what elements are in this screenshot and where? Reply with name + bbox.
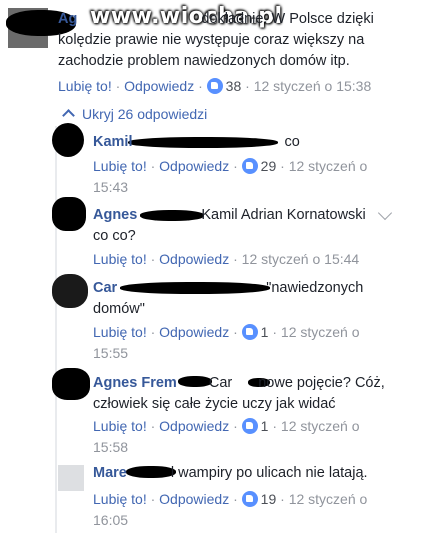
- reply-link[interactable]: Odpowiedz: [124, 78, 194, 94]
- reply-actions: Lubię to! · Odpowiedz · 1 · 12 styczeń o…: [93, 416, 423, 458]
- like-icon: [241, 418, 258, 434]
- separator: ·: [150, 418, 156, 434]
- reply-link[interactable]: Odpowiedz: [159, 158, 229, 174]
- timestamp-cont: 15:43: [93, 179, 129, 195]
- reply-text: Agnes Kamil Adrian Kornatowski co co?: [93, 205, 383, 247]
- avatar[interactable]: [58, 465, 84, 491]
- reply-body-cont: domów": [93, 301, 145, 317]
- hide-replies-label: Ukryj 26 odpowiedzi: [82, 106, 208, 122]
- commenter-name[interactable]: Car: [93, 280, 117, 296]
- comment-line-2: kolędzie prawie nie występuje coraz więk…: [58, 32, 365, 48]
- reaction-count[interactable]: 19: [261, 491, 277, 507]
- commenter-name[interactable]: Agnes: [93, 207, 137, 223]
- separator: ·: [272, 418, 278, 434]
- like-link[interactable]: Lubię to!: [93, 418, 147, 434]
- separator: ·: [198, 78, 203, 94]
- commenter-name[interactable]: Ag: [58, 11, 77, 27]
- reply-actions: Lubię to! · Odpowiedz · 1 · 12 styczeń o…: [93, 322, 423, 364]
- avatar[interactable]: [52, 123, 84, 157]
- separator: ·: [150, 251, 156, 267]
- like-link[interactable]: Lubię to!: [93, 324, 147, 340]
- reply-actions: Lubię to! · Odpowiedz · 19 · 12 styczeń …: [93, 489, 423, 531]
- separator: ·: [115, 78, 121, 94]
- like-icon: [241, 158, 258, 174]
- separator: ·: [150, 158, 156, 174]
- comment-actions: Lubię to! · Odpowiedz · 38 · 12 styczeń …: [58, 76, 371, 97]
- separator: ·: [233, 491, 238, 507]
- timestamp-cont: 15:58: [93, 439, 129, 455]
- separator: ·: [150, 324, 156, 340]
- reply-body: l wampiry po ulicach nie latają.: [170, 465, 368, 481]
- reply-text: Mare l wampiry po ulicach nie latają.: [93, 463, 423, 484]
- separator: ·: [233, 251, 238, 267]
- comment-line-1: dokładnie. W Polsce dzięki: [201, 11, 374, 27]
- like-link[interactable]: Lubię to!: [93, 251, 147, 267]
- timestamp[interactable]: 12 styczeń o 15:38: [254, 78, 372, 94]
- reaction-count[interactable]: 1: [261, 418, 269, 434]
- timestamp[interactable]: 12 styczeń o: [281, 418, 360, 434]
- separator: ·: [233, 418, 238, 434]
- timestamp-cont: 15:55: [93, 345, 129, 361]
- like-link[interactable]: Lubię to!: [58, 78, 112, 94]
- separator: ·: [233, 324, 238, 340]
- reply-actions: Lubię to! · Odpowiedz · 12 styczeń o 15:…: [93, 249, 359, 270]
- comment-text: Ag dokładnie. W Polsce dzięki kolędzie p…: [58, 9, 428, 72]
- reply-body: co co?: [93, 228, 136, 244]
- mention[interactable]: Car: [209, 375, 232, 391]
- timestamp[interactable]: 12 styczeń o: [281, 324, 360, 340]
- timestamp[interactable]: 12 styczeń o: [289, 491, 368, 507]
- reply-link[interactable]: Odpowiedz: [159, 491, 229, 507]
- commenter-name[interactable]: Mare: [93, 465, 127, 481]
- like-link[interactable]: Lubię to!: [93, 158, 147, 174]
- separator: ·: [233, 158, 238, 174]
- mention[interactable]: Kamil Adrian Kornatowski: [201, 207, 365, 223]
- reaction-count[interactable]: 1: [261, 324, 269, 340]
- comment-line-3: zachodzie problem nawiedzonych domów itp…: [58, 53, 350, 69]
- reply-body-cont: człowiek się całe życie uczy jak widać: [93, 396, 336, 412]
- avatar[interactable]: [52, 368, 90, 400]
- reply-body: co: [284, 134, 300, 150]
- reply-text: Kamil co: [93, 132, 300, 153]
- reaction-count[interactable]: 29: [261, 158, 277, 174]
- commenter-name[interactable]: Agnes Frem: [93, 375, 177, 391]
- reply-actions: Lubię to! · Odpowiedz · 29 · 12 styczeń …: [93, 156, 423, 198]
- reply-text: Car "nawiedzonych domów": [93, 278, 423, 320]
- hide-replies-toggle[interactable]: Ukryj 26 odpowiedzi: [62, 104, 207, 125]
- like-icon: [206, 78, 223, 94]
- reply-text: Agnes Frem Car nowe pojęcie? Cóż, człowie…: [93, 373, 423, 415]
- separator: ·: [245, 78, 250, 94]
- reply-link[interactable]: Odpowiedz: [159, 251, 229, 267]
- avatar[interactable]: [52, 274, 88, 308]
- reply-body: "nawiedzonych: [266, 280, 364, 296]
- separator: ·: [272, 324, 278, 340]
- like-icon: [241, 491, 258, 507]
- separator: ·: [150, 491, 156, 507]
- avatar[interactable]: [52, 197, 86, 231]
- separator: ·: [280, 491, 285, 507]
- thread-line: [55, 126, 57, 533]
- timestamp-cont: 16:05: [93, 512, 129, 528]
- reply-body: nowe pojęcie? Cóż,: [258, 375, 385, 391]
- chevron-up-icon: [62, 109, 75, 122]
- like-link[interactable]: Lubię to!: [93, 491, 147, 507]
- commenter-name[interactable]: Kamil: [93, 134, 133, 150]
- reply-link[interactable]: Odpowiedz: [159, 324, 229, 340]
- like-icon: [241, 324, 258, 340]
- timestamp[interactable]: 12 styczeń o: [289, 158, 368, 174]
- timestamp[interactable]: 12 styczeń o 15:44: [242, 251, 360, 267]
- separator: ·: [280, 158, 285, 174]
- reply-link[interactable]: Odpowiedz: [159, 418, 229, 434]
- reaction-count[interactable]: 38: [226, 78, 242, 94]
